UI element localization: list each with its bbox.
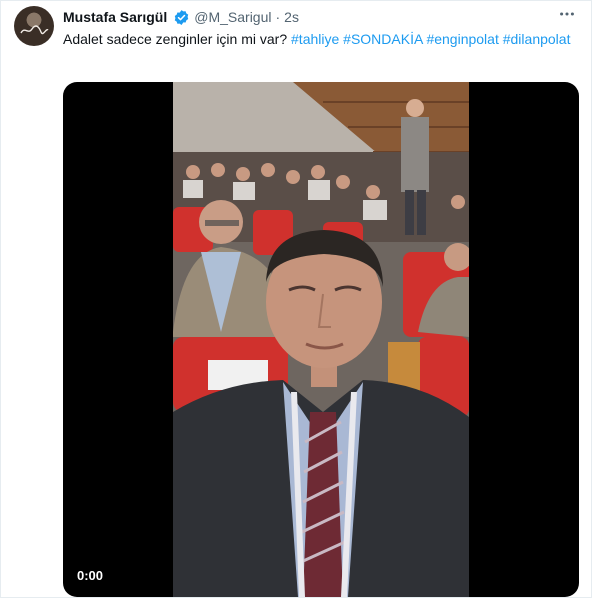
tweet-text: Adalet sadece zenginler için mi var? #ta…: [63, 29, 577, 49]
video-timecode: 0:00: [77, 568, 104, 583]
video-player[interactable]: 0:00: [63, 82, 579, 597]
verified-badge-icon: [173, 9, 190, 26]
hashtag-enginpolat[interactable]: #enginpolat: [426, 31, 498, 47]
author-name[interactable]: Mustafa Sarıgül: [63, 9, 167, 25]
hashtag-sondakia[interactable]: #SONDAKİA: [343, 31, 422, 47]
separator-dot: ·: [275, 9, 281, 25]
signature-icon: [20, 25, 49, 35]
video-frame: [173, 82, 469, 597]
tweet-timestamp[interactable]: 2s: [284, 9, 299, 25]
author-handle[interactable]: @M_Sarigul: [194, 9, 271, 25]
hashtag-dilanpolat[interactable]: #dilanpolat: [503, 31, 571, 47]
hashtag-tahliye[interactable]: #tahliye: [291, 31, 339, 47]
more-options-icon[interactable]: [557, 4, 577, 24]
tweet-body: Adalet sadece zenginler için mi var?: [63, 31, 288, 47]
tweet: Mustafa Sarıgül @M_Sarigul · 2s Adalet s…: [0, 0, 592, 598]
tweet-header: Mustafa Sarıgül @M_Sarigul · 2s: [63, 7, 577, 27]
avatar[interactable]: [14, 6, 54, 46]
